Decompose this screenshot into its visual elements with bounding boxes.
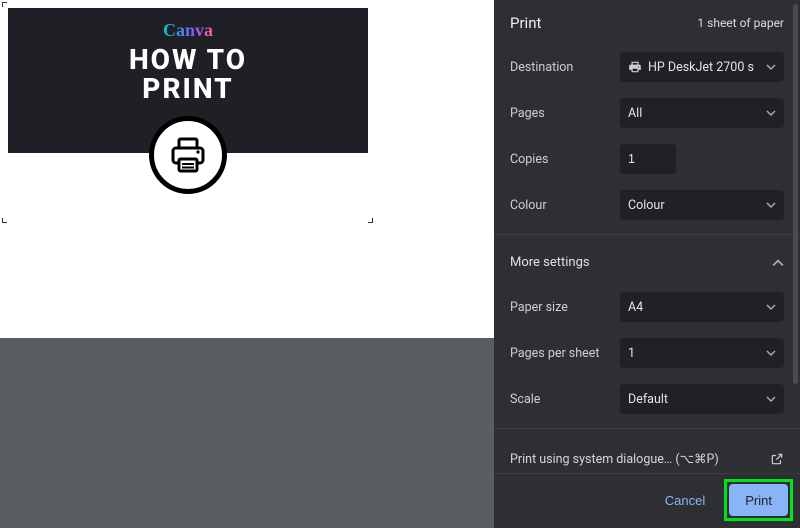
more-settings-label: More settings	[510, 255, 590, 270]
pages-select[interactable]: All	[620, 98, 784, 128]
scale-select[interactable]: Default	[620, 384, 784, 414]
pages-row: Pages All	[494, 90, 800, 136]
chevron-down-icon	[766, 394, 776, 404]
sheet-count: 1 sheet of paper	[697, 16, 784, 30]
copies-row: Copies	[494, 136, 800, 182]
cancel-button[interactable]: Cancel	[649, 484, 721, 516]
preview-column: Canva HOW TO PRINT	[0, 0, 494, 528]
paper-size-select[interactable]: A4	[620, 292, 784, 322]
chevron-down-icon	[766, 302, 776, 312]
divider	[494, 428, 800, 429]
chevron-down-icon	[766, 62, 776, 72]
panel-header: Print 1 sheet of paper	[494, 0, 800, 44]
paper-size-row: Paper size A4	[494, 284, 800, 330]
open-external-icon	[770, 452, 784, 466]
preview-page: Canva HOW TO PRINT	[8, 8, 368, 218]
copies-input[interactable]	[620, 144, 676, 174]
chevron-up-icon	[772, 257, 784, 269]
canva-logo: Canva	[163, 20, 213, 41]
scale-value: Default	[628, 392, 668, 407]
more-settings-toggle[interactable]: More settings	[494, 241, 800, 284]
colour-value: Colour	[628, 198, 665, 213]
paper-size-value: A4	[628, 300, 643, 315]
pages-per-sheet-row: Pages per sheet 1	[494, 330, 800, 376]
pages-per-sheet-value: 1	[628, 346, 635, 361]
crop-mark	[368, 218, 373, 223]
chevron-down-icon	[766, 200, 776, 210]
crop-mark	[2, 218, 7, 223]
scale-label: Scale	[510, 392, 620, 407]
chevron-down-icon	[766, 348, 776, 358]
divider	[494, 234, 800, 235]
settings-panel: Print 1 sheet of paper Destination HP De…	[494, 0, 800, 528]
destination-select[interactable]: HP DeskJet 2700 s	[620, 52, 784, 82]
print-preview: Canva HOW TO PRINT	[0, 0, 494, 338]
print-button[interactable]: Print	[729, 484, 788, 516]
crop-mark	[2, 2, 7, 7]
preview-title-line1: HOW TO	[129, 43, 247, 76]
copies-label: Copies	[510, 152, 620, 167]
pages-value: All	[628, 106, 642, 121]
preview-title-line2: PRINT	[142, 72, 233, 105]
print-dialog: Canva HOW TO PRINT	[0, 0, 800, 528]
scale-row: Scale Default	[494, 376, 800, 422]
pages-label: Pages	[510, 106, 620, 121]
system-dialog-link[interactable]: Print using system dialogue… (⌥⌘P)	[494, 435, 800, 473]
colour-label: Colour	[510, 198, 620, 213]
print-button-highlight: Print	[729, 484, 788, 516]
preview-title: HOW TO PRINT	[129, 45, 247, 104]
scrollbar[interactable]	[793, 4, 798, 384]
pages-per-sheet-label: Pages per sheet	[510, 346, 620, 361]
panel-footer: Cancel Print	[494, 473, 800, 528]
pages-per-sheet-select[interactable]: 1	[620, 338, 784, 368]
chevron-down-icon	[766, 108, 776, 118]
destination-row: Destination HP DeskJet 2700 s	[494, 44, 800, 90]
destination-label: Destination	[510, 60, 620, 75]
colour-select[interactable]: Colour	[620, 190, 784, 220]
panel-title: Print	[510, 14, 541, 32]
system-dialog-label: Print using system dialogue… (⌥⌘P)	[510, 451, 719, 467]
paper-size-label: Paper size	[510, 300, 620, 315]
colour-row: Colour Colour	[494, 182, 800, 228]
destination-value: HP DeskJet 2700 s	[648, 60, 754, 75]
printer-icon	[149, 116, 227, 194]
printer-mini-icon	[628, 60, 642, 74]
